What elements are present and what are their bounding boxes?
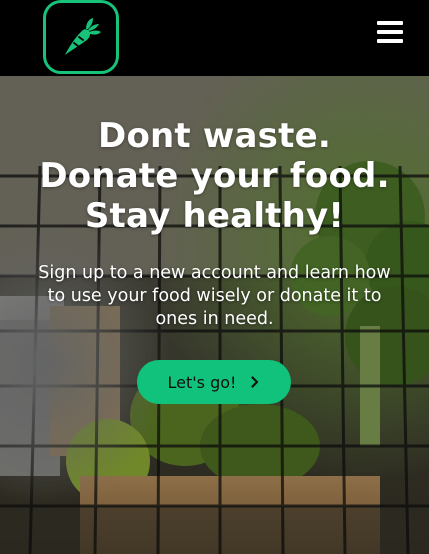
lets-go-label: Let's go! xyxy=(167,372,237,392)
logo[interactable] xyxy=(43,0,119,74)
hero-subtitle: Sign up to a new account and learn how t… xyxy=(38,263,391,329)
chevron-right-icon xyxy=(251,376,259,388)
menu-bar xyxy=(377,21,403,25)
hero-content: Dont waste. Donate your food. Stay healt… xyxy=(0,76,429,554)
navbar xyxy=(0,0,429,76)
menu-bar xyxy=(377,30,403,34)
menu-bar xyxy=(377,39,403,43)
lets-go-button[interactable]: Let's go! xyxy=(137,360,291,404)
hero-title: Dont waste. Donate your food. Stay healt… xyxy=(39,116,390,236)
hamburger-menu-icon[interactable] xyxy=(377,21,403,43)
hero-section: Dont waste. Donate your food. Stay healt… xyxy=(0,76,429,554)
landing-page: Dont waste. Donate your food. Stay healt… xyxy=(0,0,429,554)
carrot-icon xyxy=(65,18,101,55)
